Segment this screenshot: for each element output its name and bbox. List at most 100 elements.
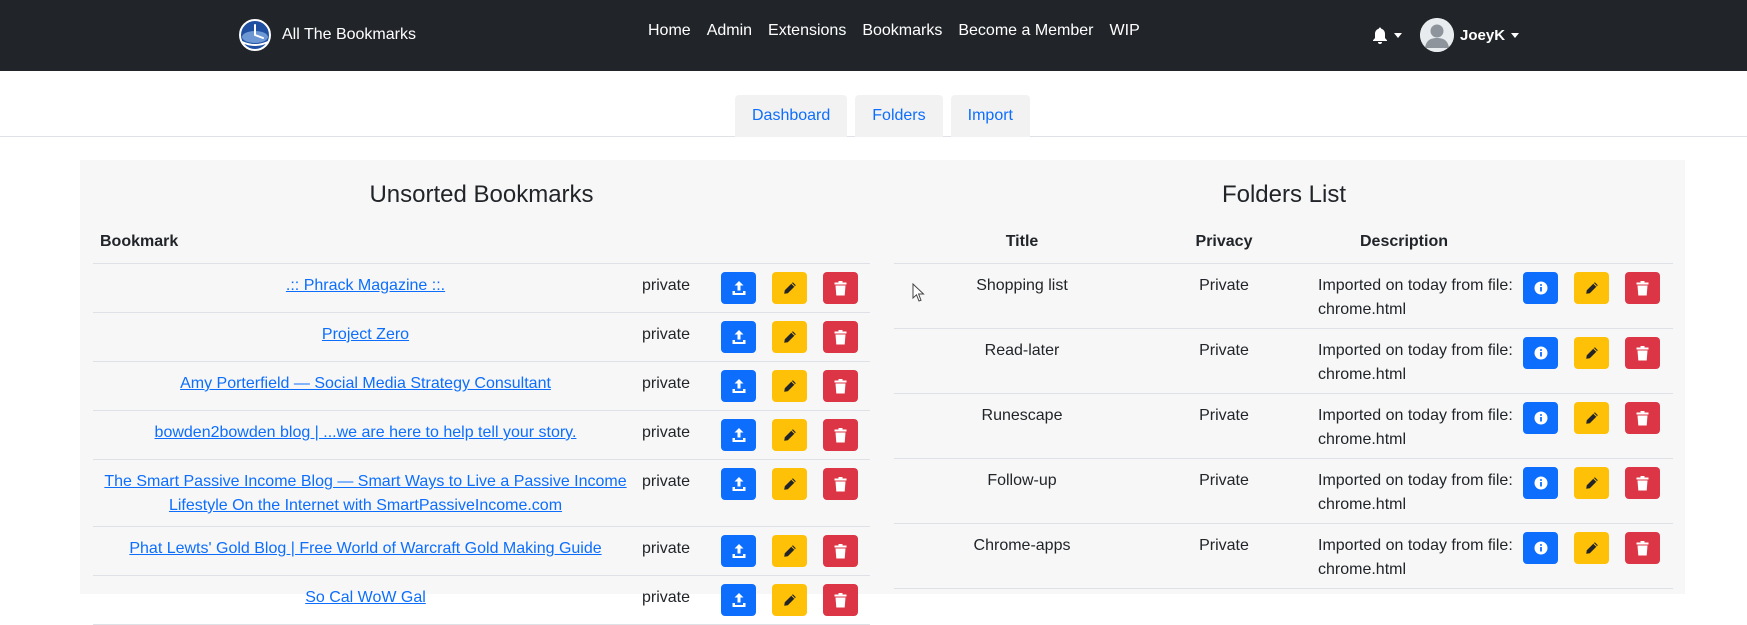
folders-list-title: Folders List bbox=[1221, 181, 1347, 208]
tab-dashboard[interactable]: Dashboard bbox=[735, 95, 848, 137]
user-menu[interactable]: JoeyK bbox=[1420, 18, 1520, 52]
bookmark-link[interactable]: So Cal WoW Gal bbox=[305, 589, 426, 606]
trash-icon bbox=[834, 543, 847, 558]
delete-bookmark-button[interactable] bbox=[823, 419, 858, 451]
notifications-dropdown[interactable] bbox=[1372, 27, 1402, 44]
pencil-icon bbox=[783, 331, 796, 343]
unsorted-bookmarks-title: Unsorted Bookmarks bbox=[369, 181, 594, 208]
move-bookmark-button[interactable] bbox=[721, 272, 756, 304]
folder-description: Imported on today from file: chrome.html bbox=[1318, 342, 1513, 383]
bookmark-column-header: Bookmark bbox=[93, 221, 870, 264]
edit-bookmark-button[interactable] bbox=[772, 272, 807, 304]
delete-bookmark-button[interactable] bbox=[823, 535, 858, 567]
delete-folder-button[interactable] bbox=[1625, 532, 1660, 564]
edit-folder-button[interactable] bbox=[1574, 337, 1609, 369]
table-row: The Smart Passive Income Blog — Smart Wa… bbox=[93, 460, 870, 527]
bookmark-link[interactable]: Phat Lewts' Gold Blog | Free World of Wa… bbox=[129, 540, 601, 557]
info-icon bbox=[1534, 541, 1547, 555]
edit-folder-button[interactable] bbox=[1574, 402, 1609, 434]
bookmark-link[interactable]: Project Zero bbox=[322, 326, 409, 343]
delete-bookmark-button[interactable] bbox=[823, 584, 858, 616]
bookmark-link[interactable]: .:: Phrack Magazine ::. bbox=[286, 277, 445, 294]
brand-name: All The Bookmarks bbox=[282, 26, 416, 43]
pencil-icon bbox=[783, 429, 796, 441]
delete-bookmark-button[interactable] bbox=[823, 468, 858, 500]
nav-extensions[interactable]: Extensions bbox=[760, 22, 854, 40]
pencil-icon bbox=[783, 478, 796, 490]
bookmark-privacy: private bbox=[642, 424, 691, 441]
move-bookmark-button[interactable] bbox=[721, 419, 756, 451]
trash-icon bbox=[834, 378, 847, 393]
edit-bookmark-button[interactable] bbox=[772, 419, 807, 451]
edit-folder-button[interactable] bbox=[1574, 532, 1609, 564]
bookmark-link[interactable]: The Smart Passive Income Blog — Smart Wa… bbox=[104, 473, 626, 514]
folder-privacy: Private bbox=[1199, 277, 1249, 294]
folder-info-button[interactable] bbox=[1523, 532, 1558, 564]
info-icon bbox=[1534, 476, 1547, 490]
folder-info-button[interactable] bbox=[1523, 467, 1558, 499]
upload-icon bbox=[732, 330, 745, 344]
delete-folder-button[interactable] bbox=[1625, 467, 1660, 499]
chevron-down-icon bbox=[1394, 32, 1402, 38]
delete-bookmark-button[interactable] bbox=[823, 370, 858, 402]
bookmark-link[interactable]: bowden2bowden blog | ...we are here to h… bbox=[155, 424, 577, 441]
delete-folder-button[interactable] bbox=[1625, 402, 1660, 434]
folder-info-button[interactable] bbox=[1523, 272, 1558, 304]
edit-folder-button[interactable] bbox=[1574, 272, 1609, 304]
move-bookmark-button[interactable] bbox=[721, 584, 756, 616]
mouse-cursor-icon bbox=[912, 283, 925, 302]
move-bookmark-button[interactable] bbox=[721, 321, 756, 353]
edit-bookmark-button[interactable] bbox=[772, 535, 807, 567]
table-row: Runescape Private Imported on today from… bbox=[894, 394, 1673, 459]
delete-bookmark-button[interactable] bbox=[823, 321, 858, 353]
delete-folder-button[interactable] bbox=[1625, 337, 1660, 369]
trash-icon bbox=[1636, 410, 1649, 425]
bookmark-privacy: private bbox=[642, 326, 691, 343]
folder-privacy: Private bbox=[1199, 407, 1249, 424]
main-nav: Home Admin Extensions Bookmarks Become a… bbox=[640, 22, 1148, 40]
nav-wip[interactable]: WIP bbox=[1102, 22, 1148, 40]
table-row: bowden2bowden blog | ...we are here to h… bbox=[93, 411, 870, 460]
navbar: All The Bookmarks Home Admin Extensions … bbox=[0, 0, 1747, 71]
pencil-icon bbox=[783, 594, 796, 606]
folder-info-button[interactable] bbox=[1523, 337, 1558, 369]
edit-bookmark-button[interactable] bbox=[772, 468, 807, 500]
nav-bookmarks[interactable]: Bookmarks bbox=[854, 22, 950, 40]
nav-admin[interactable]: Admin bbox=[699, 22, 760, 40]
move-bookmark-button[interactable] bbox=[721, 535, 756, 567]
folder-description: Imported on today from file: chrome.html bbox=[1318, 472, 1513, 513]
tab-import[interactable]: Import bbox=[950, 95, 1030, 137]
bookmark-privacy: private bbox=[642, 277, 691, 294]
nav-home[interactable]: Home bbox=[640, 22, 699, 40]
edit-bookmark-button[interactable] bbox=[772, 584, 807, 616]
table-row: So Cal WoW Gal private bbox=[93, 576, 870, 625]
bookmark-link[interactable]: Amy Porterfield — Social Media Strategy … bbox=[180, 375, 551, 392]
table-row: Amy Porterfield — Social Media Strategy … bbox=[93, 362, 870, 411]
bell-icon bbox=[1373, 27, 1387, 44]
pencil-icon bbox=[1585, 412, 1598, 424]
trash-icon bbox=[1636, 475, 1649, 490]
trash-icon bbox=[834, 476, 847, 491]
edit-bookmark-button[interactable] bbox=[772, 370, 807, 402]
pencil-icon bbox=[1585, 542, 1598, 554]
title-column-header: Title bbox=[1005, 233, 1039, 250]
trash-icon bbox=[1636, 280, 1649, 295]
move-bookmark-button[interactable] bbox=[721, 370, 756, 402]
delete-bookmark-button[interactable] bbox=[823, 272, 858, 304]
edit-bookmark-button[interactable] bbox=[772, 321, 807, 353]
delete-folder-button[interactable] bbox=[1625, 272, 1660, 304]
user-name: JoeyK bbox=[1460, 26, 1506, 44]
table-row: Project Zero private bbox=[93, 313, 870, 362]
main-panel: Unsorted Bookmarks Folders List Bookmark… bbox=[80, 160, 1685, 625]
edit-folder-button[interactable] bbox=[1574, 467, 1609, 499]
pencil-icon bbox=[1585, 347, 1598, 359]
folder-description: Imported on today from file: chrome.html bbox=[1318, 537, 1513, 578]
folder-info-button[interactable] bbox=[1523, 402, 1558, 434]
brand-link[interactable]: All The Bookmarks bbox=[238, 17, 416, 53]
tab-folders[interactable]: Folders bbox=[855, 95, 943, 137]
folder-title: Chrome-apps bbox=[973, 537, 1071, 554]
move-bookmark-button[interactable] bbox=[721, 468, 756, 500]
bookmark-privacy: private bbox=[642, 589, 691, 606]
folder-title: Follow-up bbox=[987, 472, 1057, 489]
nav-become-member[interactable]: Become a Member bbox=[950, 22, 1101, 40]
